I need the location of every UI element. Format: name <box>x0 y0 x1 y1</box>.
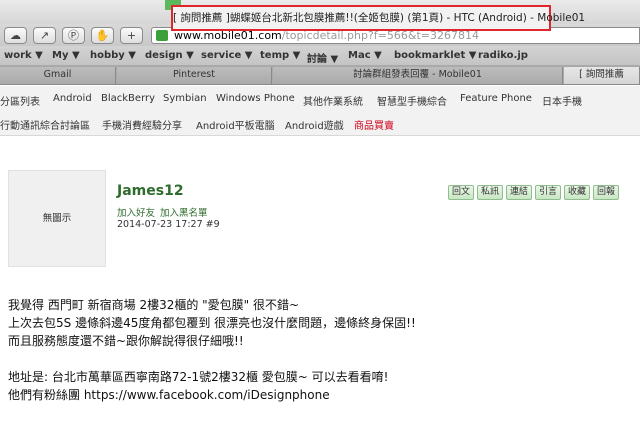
bookmark-discuss[interactable]: 討論 ▼ <box>307 50 338 65</box>
nav-mobile-general[interactable]: 行動通訊綜合討論區 <box>0 117 90 132</box>
bookmark-work[interactable]: work ▼ <box>4 50 43 61</box>
cloud-icon[interactable]: ☁ <box>4 27 27 44</box>
tab-mobile01-reply[interactable]: 討論群組發表回覆 - Mobile01 <box>273 67 563 84</box>
nav-android[interactable]: Android <box>53 93 92 104</box>
avatar: 無圖示 <box>8 170 106 267</box>
reply-button[interactable]: 回文 <box>448 185 474 200</box>
bookmark-radiko[interactable]: radiko.jp <box>478 50 528 61</box>
nav-blackberry[interactable]: BlackBerry <box>101 93 155 104</box>
nav-forum-list[interactable]: 分區列表 <box>0 93 40 108</box>
title-highlight-box: [ 詢問推薦 ]蝴蝶姬台北新北包膜推薦!!(全姬包膜) (第1頁) - HTC … <box>171 5 586 31</box>
nav-japan-phone[interactable]: 日本手機 <box>542 93 582 108</box>
favorite-button[interactable]: 收藏 <box>564 185 590 200</box>
friend-links: 加入好友 加入黑名單 <box>117 205 213 219</box>
bookmark-hobby[interactable]: hobby ▼ <box>90 50 136 61</box>
site-favicon-icon <box>156 30 168 41</box>
nav-marketplace[interactable]: 商品買賣 <box>354 117 394 132</box>
link-button[interactable]: 連結 <box>506 185 532 200</box>
report-button[interactable]: 回報 <box>593 185 619 200</box>
bookmark-temp[interactable]: temp ▼ <box>260 50 300 61</box>
post-line: 他們有粉絲團 https://www.facebook.com/iDesignp… <box>8 388 330 402</box>
post-line-gap <box>8 350 628 368</box>
share-icon[interactable]: ↗ <box>33 27 56 44</box>
quote-button[interactable]: 引言 <box>535 185 561 200</box>
nav-other-os[interactable]: 其他作業系統 <box>303 93 363 108</box>
bookmarks-bar: work ▼ My ▼ hobby ▼ design ▼ service ▼ t… <box>0 46 640 66</box>
nav-windows-phone[interactable]: Windows Phone <box>216 93 295 104</box>
category-nav-row2: 行動通訊綜合討論區 手機消費經驗分享 Android平板電腦 Android遊戲… <box>0 110 640 136</box>
tab-pinterest[interactable]: Pinterest <box>117 67 272 84</box>
add-friend-link[interactable]: 加入好友 <box>117 208 155 219</box>
message-button[interactable]: 私訊 <box>477 185 503 200</box>
nav-android-tablet[interactable]: Android平板電腦 <box>196 117 275 132</box>
post-line: 而且服務態度還不錯~跟你解說得很仔細哦!! <box>8 334 244 348</box>
add-blacklist-link[interactable]: 加入黑名單 <box>160 208 208 219</box>
window-title: [ 詢問推薦 ]蝴蝶姬台北新北包膜推薦!!(全姬包膜) (第1頁) - HTC … <box>173 12 586 24</box>
bookmark-my[interactable]: My ▼ <box>52 50 80 61</box>
browser-tabs: Gmail Pinterest 討論群組發表回覆 - Mobile01 [ 詢問… <box>0 66 640 85</box>
post-line: 上次去包5S 邊條斜邊45度角都包覆到 很漂亮也沒什麼問題，邊條終身保固!! <box>8 316 416 330</box>
nav-symbian[interactable]: Symbian <box>163 93 207 104</box>
post-datetime: 2014-07-23 17:27 <box>117 219 203 230</box>
bookmark-service[interactable]: service ▼ <box>201 50 253 61</box>
tab-gmail[interactable]: Gmail <box>0 67 116 84</box>
pinterest-icon[interactable]: Ⓟ <box>62 27 85 44</box>
bookmark-mac[interactable]: Mac ▼ <box>348 50 382 61</box>
post-author[interactable]: James12 <box>117 183 184 199</box>
post-meta: 2014-07-23 17:27 #9 <box>117 219 220 230</box>
post-floor: #9 <box>205 219 220 230</box>
bookmark-bookmarklet[interactable]: bookmarklet ▼ <box>394 50 476 61</box>
bookmark-design[interactable]: design ▼ <box>145 50 194 61</box>
post-body: 我覺得 西門町 新宿商場 2樓32櫃的 "愛包膜" 很不錯~ 上次去包5S 邊條… <box>8 296 628 404</box>
nav-experience[interactable]: 手機消費經驗分享 <box>102 117 182 132</box>
nav-feature-phone[interactable]: Feature Phone <box>460 93 532 104</box>
new-tab-button[interactable]: + <box>120 27 143 44</box>
nav-android-games[interactable]: Android遊戲 <box>285 117 344 132</box>
category-nav-row1: 分區列表 Android BlackBerry Symbian Windows … <box>0 86 640 110</box>
tab-current[interactable]: [ 詢問推薦 <box>564 67 640 84</box>
post-line: 我覺得 西門町 新宿商場 2樓32櫃的 "愛包膜" 很不錯~ <box>8 298 300 312</box>
nav-smartphone[interactable]: 智慧型手機綜合 <box>377 93 447 108</box>
hand-icon[interactable]: ✋ <box>91 27 114 44</box>
post-line: 地址是: 台北市萬華區西寧南路72-1號2樓32櫃 愛包膜~ 可以去看看唷! <box>8 370 389 384</box>
